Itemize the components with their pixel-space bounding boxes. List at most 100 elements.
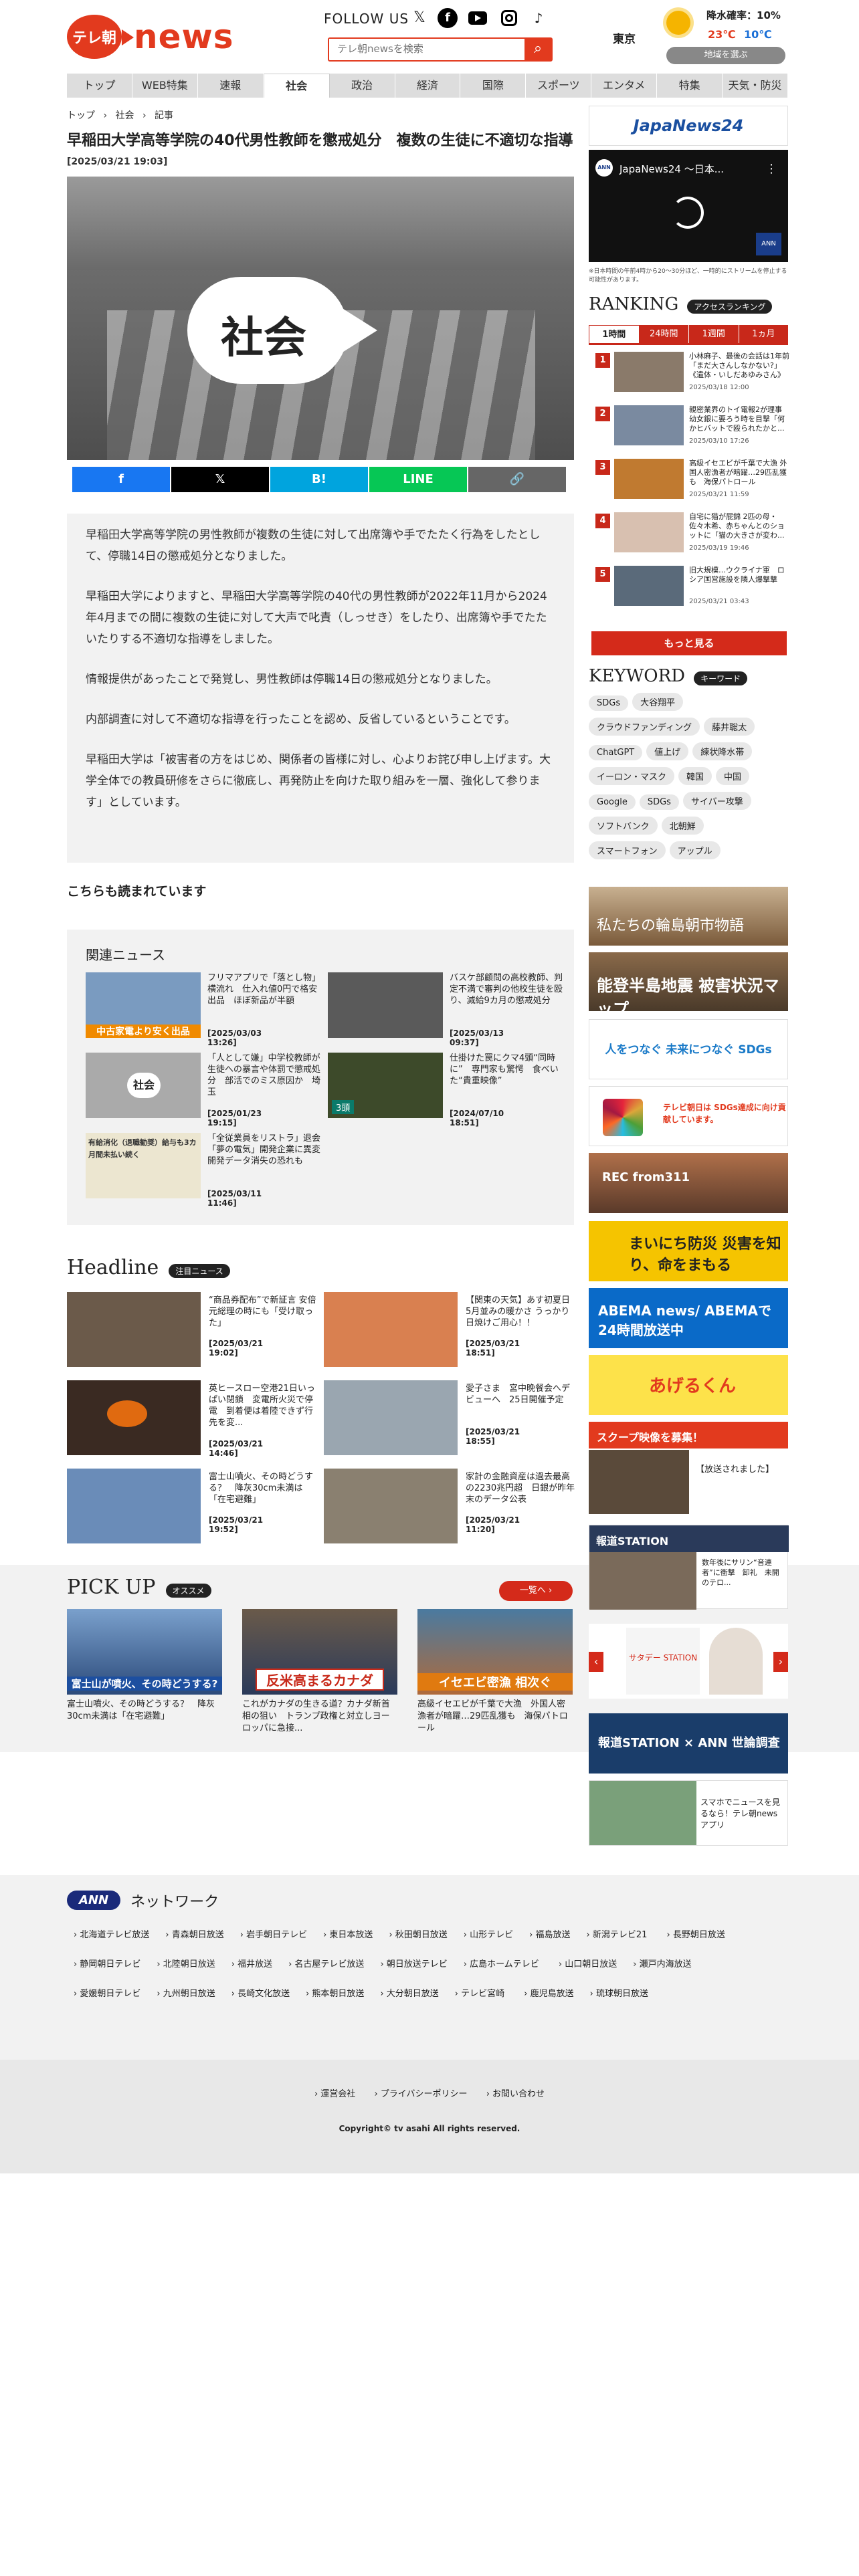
banner-noto-map[interactable]: 能登半島地震 被害状況マップ (589, 952, 788, 1018)
keyword-chip[interactable]: ChatGPT (589, 745, 643, 760)
pickup-more-button[interactable]: 一覧へ › (499, 1581, 573, 1601)
nav-politics[interactable]: 政治 (330, 74, 395, 98)
nav-web-feature[interactable]: WEB特集 (132, 74, 198, 98)
pickup-item[interactable]: 富士山が噴火、その時どうする? 富士山噴火、その時どうする？ 降灰30cm未満は… (67, 1609, 222, 1723)
nav-economy[interactable]: 経済 (395, 74, 461, 98)
pickup-item[interactable]: イセエビ密漁 相次ぐ 高級イセエビが千葉で大漁 外国人密漁者が暗躍…29匹乱獲も… (417, 1609, 573, 1735)
share-hatena-button[interactable]: B! (270, 467, 368, 492)
copy-link-button[interactable]: 🔗 (468, 467, 566, 492)
pickup-item[interactable]: 反米高まるカナダ これがカナダの生きる道？カナダ新首相の狙い トランプ政権と対立… (242, 1609, 397, 1735)
station-link[interactable]: 青森朝日放送 (165, 1921, 224, 1950)
station-link[interactable]: 大分朝日放送 (380, 1979, 439, 2009)
station-link[interactable]: 熊本朝日放送 (306, 1979, 364, 2009)
station-link[interactable]: 名古屋テレビ放送 (288, 1950, 364, 1979)
nav-weather[interactable]: 天気・防災 (723, 74, 788, 98)
instagram-icon[interactable] (499, 8, 519, 28)
banner-wajima[interactable]: 私たちの輪島朝市物語 (589, 887, 788, 946)
station-link[interactable]: 福島放送 (529, 1921, 571, 1950)
keyword-chip[interactable]: SDGs (639, 794, 679, 810)
banner-houdou-station[interactable]: 報道STATION 数年後にサリン“音連者”に衝撃 卸礼 未開のテロ... (589, 1525, 789, 1610)
keyword-chip[interactable]: 大谷翔平 (632, 693, 684, 711)
banner-scoop[interactable]: スクープ映像を募集！ (589, 1422, 788, 1448)
station-link[interactable]: 北陸朝日放送 (157, 1950, 215, 1979)
keyword-chip[interactable]: SDGs (589, 695, 629, 711)
play-icon[interactable] (341, 308, 377, 353)
station-link[interactable]: 岩手朝日テレビ (240, 1921, 307, 1950)
tab-1month[interactable]: 1ヵ月 (738, 325, 788, 343)
station-link[interactable]: 瀬戸内海放送 (633, 1950, 692, 1979)
keyword-chip[interactable]: 中国 (716, 767, 750, 785)
station-link[interactable]: 北海道テレビ放送 (74, 1921, 149, 1950)
station-link[interactable]: 愛媛朝日テレビ (74, 1979, 140, 2009)
keyword-chip[interactable]: クラウドファンディング (589, 718, 700, 736)
banner-news-app[interactable]: スマホでニュースを見るなら！テレ朝newsアプリ (589, 1780, 788, 1846)
region-select-button[interactable]: 地域を選ぶ (666, 47, 785, 64)
banner-yoron-chousa[interactable]: 報道STATION × ANN 世論調査 (589, 1713, 788, 1774)
station-link[interactable]: テレビ宮崎 (455, 1979, 504, 2009)
keyword-chip[interactable]: アップル (669, 841, 721, 859)
banner-sdgs[interactable]: 人をつなぐ 未来につなぐ SDGs (589, 1019, 788, 1079)
keyword-chip[interactable]: 藤井聡太 (704, 718, 755, 736)
carousel-prev-icon[interactable]: ‹ (589, 1652, 603, 1672)
youtube-icon[interactable] (468, 8, 488, 28)
nav-international[interactable]: 国際 (460, 74, 527, 98)
more-options-icon[interactable]: ⋮ (765, 162, 777, 176)
ranking-item[interactable]: 5 旧大規模…ウクライナ軍 ロシア国営施設を隣人爆撃撃 2025/03/21 0… (589, 566, 788, 610)
banner-abema[interactable]: ABEMA news/ ABEMAで24時間放送中 (589, 1288, 788, 1348)
nav-entertainment[interactable]: エンタメ (591, 74, 658, 98)
station-link[interactable]: 広島ホームテレビ (464, 1950, 539, 1979)
keyword-chip[interactable]: イーロン・マスク (589, 767, 675, 785)
station-link[interactable]: 静岡朝日テレビ (74, 1950, 140, 1979)
japanews24-logo[interactable]: JapaNews24 (589, 106, 788, 146)
station-link[interactable]: 九州朝日放送 (157, 1979, 215, 2009)
banner-agerukun[interactable]: あげるくん (589, 1355, 788, 1415)
keyword-chip[interactable]: 北朝鮮 (661, 817, 704, 835)
nav-special[interactable]: 特集 (657, 74, 723, 98)
share-x-button[interactable]: 𝕏 (171, 467, 269, 492)
share-line-button[interactable]: LINE (369, 467, 467, 492)
nav-breaking[interactable]: 速報 (198, 74, 264, 98)
station-link[interactable]: 長崎文化放送 (231, 1979, 290, 2009)
keyword-chip[interactable]: ソフトバンク (589, 817, 658, 835)
x-icon[interactable]: 𝕏 (409, 8, 430, 28)
facebook-icon[interactable]: f (438, 8, 458, 28)
ranking-more-button[interactable]: もっと見る (591, 631, 787, 655)
station-link[interactable]: 朝日放送テレビ (380, 1950, 448, 1979)
tab-1hour[interactable]: 1時間 (589, 325, 640, 343)
breadcrumb-society[interactable]: 社会 (116, 110, 134, 121)
keyword-chip[interactable]: 練状降水帯 (692, 742, 753, 760)
search-input[interactable] (329, 39, 516, 59)
carousel-next-icon[interactable]: › (773, 1652, 788, 1672)
ranking-item[interactable]: 2 親密業界のトイ電報2が理事 幼女銀に要ろう時を目撃「何かヒバットで殴られたか… (589, 405, 789, 449)
station-link[interactable]: 山口朝日放送 (559, 1950, 617, 1979)
banner-tvasahi-sdgs[interactable]: テレビ朝日は SDGs達成に向け貢献しています。 (589, 1086, 788, 1146)
nav-top[interactable]: トップ (67, 74, 132, 98)
station-link[interactable]: 山形テレビ (464, 1921, 513, 1950)
banner-saturday-station[interactable]: ‹ › サタデー STATION (589, 1624, 788, 1699)
footer-link-privacy[interactable]: › プライバシーポリシー (374, 2089, 467, 2099)
share-facebook-button[interactable]: f (72, 467, 170, 492)
footer-link-contact[interactable]: › お問い合わせ (486, 2089, 545, 2099)
station-link[interactable]: 福井放送 (231, 1950, 272, 1979)
nav-sports[interactable]: スポーツ (526, 74, 592, 98)
ranking-item[interactable]: 1 小林麻子、最後の会話は1年前「まだ大さんしなかない?」《遺体・いしだあゆみさ… (589, 352, 789, 396)
keyword-chip[interactable]: Google (589, 794, 636, 810)
keyword-chip[interactable]: サイバー攻撃 (682, 792, 751, 810)
banner-bousai[interactable]: まいにち防災 災害を知り、命をまもる (589, 1221, 788, 1281)
keyword-chip[interactable]: 値上げ (646, 742, 689, 760)
nav-society[interactable]: 社会 (263, 74, 330, 98)
station-link[interactable]: 新潟テレビ21 (587, 1921, 648, 1950)
station-link[interactable]: 東日本放送 (323, 1921, 373, 1950)
station-link[interactable]: 秋田朝日放送 (389, 1921, 448, 1950)
ranking-item[interactable]: 4 自宅に猫が屁錦 2匹の母・佐々木希、赤ちゃんとのショットに「猫の大きさが変わ… (589, 512, 788, 556)
search-icon[interactable]: ⌕ (524, 39, 551, 60)
keyword-chip[interactable]: スマートフォン (589, 841, 666, 859)
site-logo[interactable]: テレ朝 news (67, 13, 233, 60)
live-video-player[interactable]: ANN JapaNews24 ～日本... ⋮ ANN (589, 150, 788, 262)
station-link[interactable]: 長野朝日放送 (667, 1921, 725, 1950)
keyword-chip[interactable]: 韓国 (678, 767, 712, 785)
breadcrumb-top[interactable]: トップ (67, 110, 95, 121)
tiktok-icon[interactable]: ♪ (529, 8, 549, 28)
tab-24hours[interactable]: 24時間 (639, 325, 688, 343)
footer-link-company[interactable]: › 運営会社 (314, 2089, 355, 2099)
